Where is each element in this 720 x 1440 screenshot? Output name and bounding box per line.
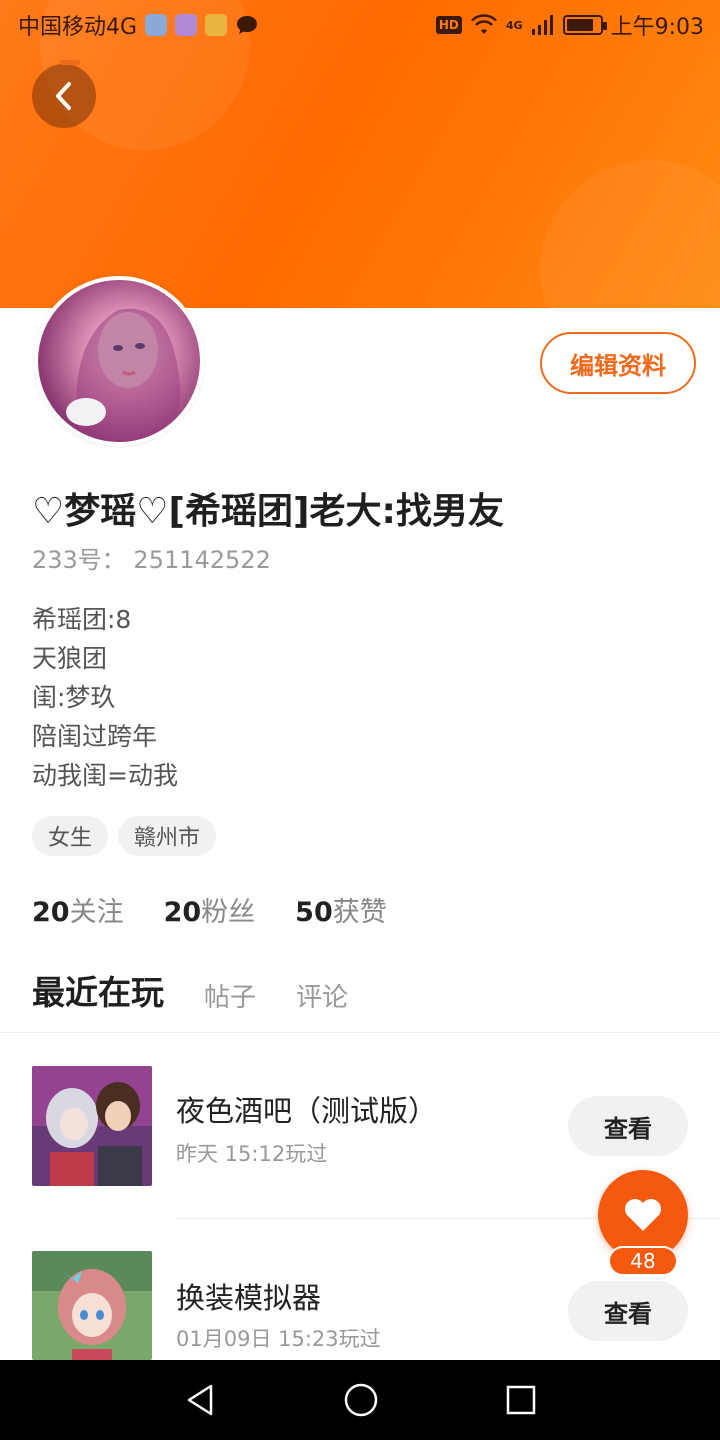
circle-home-icon[interactable]	[343, 1382, 379, 1418]
battery-icon	[562, 15, 607, 35]
status-right: HD 4G 上午9:03	[435, 9, 704, 41]
music-app-icon	[175, 14, 198, 36]
stat-number: 50	[295, 897, 333, 928]
view-button[interactable]: 查看	[568, 1096, 688, 1156]
tag-city: 赣州市	[118, 816, 217, 856]
bio-line: 陪闺过跨年	[32, 722, 158, 751]
stat-label: 获赞	[332, 897, 387, 928]
network-type-label: 4G	[505, 18, 523, 32]
tag-gender: 女生	[32, 816, 109, 856]
bio-line: 希瑶团:8	[32, 605, 132, 634]
bio-line: 天狼团	[32, 644, 108, 673]
stat-followers[interactable]: 20粉丝	[164, 890, 256, 929]
stat-following[interactable]: 20关注	[32, 890, 124, 929]
game-thumbnail	[32, 1251, 152, 1360]
active-tab-indicator	[60, 60, 80, 65]
game-played-time: 01月09日 15:23玩过	[176, 1327, 381, 1351]
hd-badge: HD	[435, 16, 462, 34]
stat-label: 粉丝	[201, 897, 256, 928]
divider	[0, 1032, 720, 1033]
store-app-icon	[205, 14, 228, 36]
game-title: 夜色酒吧（测试版）	[176, 1094, 438, 1128]
view-button[interactable]: 查看	[568, 1281, 688, 1341]
tab-comments[interactable]: 评论	[296, 977, 348, 1018]
edit-profile-button[interactable]: 编辑资料	[540, 332, 696, 394]
avatar-image	[38, 280, 200, 442]
square-recent-icon[interactable]	[505, 1384, 537, 1416]
stat-label: 关注	[69, 897, 124, 928]
system-nav-bar	[0, 1360, 720, 1440]
stat-number: 20	[32, 897, 70, 928]
signal-strength-icon	[531, 15, 553, 35]
status-left: 中国移动4G	[18, 9, 259, 41]
like-count-badge: 48	[608, 1246, 678, 1276]
clock-label: 上午9:03	[610, 15, 704, 40]
wifi-icon	[471, 14, 497, 34]
stats-row: 20关注 20粉丝 50获赞	[32, 890, 387, 929]
nickname: ♡梦瑶♡[希瑶团]老大:找男友	[32, 491, 504, 532]
profile-header-banner: 中国移动4G HD 4G 上午9:03	[0, 0, 720, 308]
carrier-label: 中国移动4G	[18, 15, 138, 40]
status-bar: 中国移动4G HD 4G 上午9:03	[0, 0, 720, 50]
bio-line: 动我闺=动我	[32, 761, 178, 790]
chevron-left-icon	[56, 82, 71, 110]
triangle-back-icon[interactable]	[183, 1383, 217, 1417]
tab-recently-played[interactable]: 最近在玩	[32, 966, 164, 1018]
stat-likes[interactable]: 50获赞	[295, 890, 387, 929]
back-button[interactable]	[32, 64, 96, 128]
avatar[interactable]	[34, 276, 204, 446]
game-title: 换装模拟器	[176, 1281, 322, 1315]
bio: 希瑶团:8 天狼团 闺:梦玖 陪闺过跨年 动我闺=动我	[32, 600, 178, 795]
app-notification-icon	[145, 14, 168, 36]
tab-posts[interactable]: 帖子	[204, 977, 256, 1018]
bio-line: 闺:梦玖	[32, 683, 116, 712]
header-decoration	[540, 160, 720, 308]
game-thumbnail	[32, 1066, 152, 1186]
stat-number: 20	[163, 897, 202, 928]
profile-tags: 女生 赣州市	[32, 816, 217, 856]
profile-tabs: 最近在玩 帖子 评论	[32, 966, 348, 1018]
user-id: 233号： 251142522	[32, 546, 271, 574]
chat-bubble-icon	[237, 16, 258, 34]
heart-icon	[625, 1199, 661, 1231]
game-played-time: 昨天 15:12玩过	[176, 1142, 328, 1166]
